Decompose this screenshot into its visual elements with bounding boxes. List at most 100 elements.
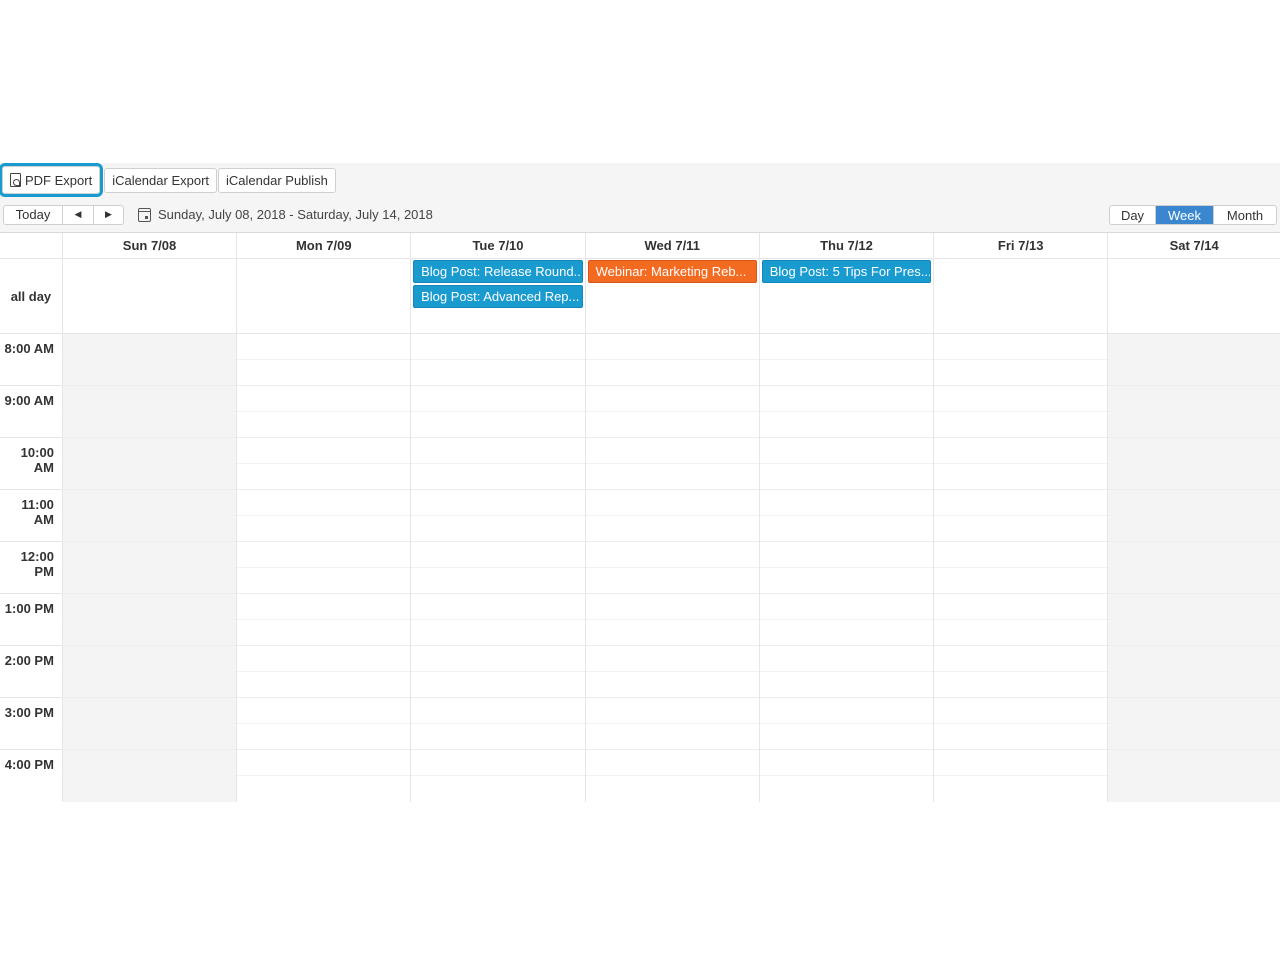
time-slot[interactable] xyxy=(585,620,759,646)
time-slot[interactable] xyxy=(62,334,237,360)
time-slot[interactable] xyxy=(585,568,759,594)
time-slot[interactable] xyxy=(411,516,585,542)
all-day-cell-tue[interactable]: Blog Post: Release Round... Blog Post: A… xyxy=(411,259,586,333)
time-slot[interactable] xyxy=(237,594,411,620)
time-slot[interactable] xyxy=(934,594,1108,620)
time-slot[interactable] xyxy=(411,568,585,594)
time-slot[interactable] xyxy=(1108,698,1280,724)
time-slot[interactable] xyxy=(759,516,934,542)
time-slot[interactable] xyxy=(62,698,237,724)
time-slot[interactable] xyxy=(1108,412,1280,438)
time-slot[interactable] xyxy=(934,646,1108,672)
time-slot[interactable] xyxy=(411,386,585,412)
time-slot[interactable] xyxy=(759,646,934,672)
time-slot[interactable] xyxy=(585,724,759,750)
time-slot[interactable] xyxy=(934,464,1108,490)
time-slot[interactable] xyxy=(759,698,934,724)
time-slot[interactable] xyxy=(1108,438,1280,464)
time-slot[interactable] xyxy=(1108,646,1280,672)
time-slot[interactable] xyxy=(759,386,934,412)
time-slot[interactable] xyxy=(237,412,411,438)
time-slot[interactable] xyxy=(237,360,411,386)
time-slot[interactable] xyxy=(1108,490,1280,516)
time-slot[interactable] xyxy=(237,620,411,646)
time-slot[interactable] xyxy=(585,386,759,412)
time-slot[interactable] xyxy=(411,646,585,672)
time-slot[interactable] xyxy=(237,672,411,698)
time-slot[interactable] xyxy=(237,438,411,464)
time-slot[interactable] xyxy=(1108,542,1280,568)
time-slot[interactable] xyxy=(934,724,1108,750)
time-slot[interactable] xyxy=(585,464,759,490)
time-slot[interactable] xyxy=(62,412,237,438)
time-slot[interactable] xyxy=(759,672,934,698)
time-slot[interactable] xyxy=(411,360,585,386)
time-slot[interactable] xyxy=(1108,568,1280,594)
time-slot[interactable] xyxy=(62,672,237,698)
all-day-cell-sat[interactable] xyxy=(1108,259,1280,333)
time-slot[interactable] xyxy=(62,438,237,464)
time-slot[interactable] xyxy=(934,334,1108,360)
event-blog-post-advanced-rep[interactable]: Blog Post: Advanced Rep... xyxy=(413,285,583,308)
time-slot[interactable] xyxy=(759,568,934,594)
time-slot[interactable] xyxy=(62,750,237,776)
all-day-cell-fri[interactable] xyxy=(934,259,1109,333)
time-slot[interactable] xyxy=(934,620,1108,646)
time-slot[interactable] xyxy=(411,620,585,646)
time-slot[interactable] xyxy=(1108,672,1280,698)
time-slot[interactable] xyxy=(585,542,759,568)
time-slot[interactable] xyxy=(759,464,934,490)
time-slot[interactable] xyxy=(411,594,585,620)
time-slot[interactable] xyxy=(585,438,759,464)
time-slot[interactable] xyxy=(934,672,1108,698)
time-slot[interactable] xyxy=(62,490,237,516)
time-slot[interactable] xyxy=(759,724,934,750)
time-slot[interactable] xyxy=(934,438,1108,464)
all-day-cell-mon[interactable] xyxy=(237,259,412,333)
time-slot[interactable] xyxy=(237,750,411,776)
time-slot[interactable] xyxy=(411,542,585,568)
time-slot[interactable] xyxy=(62,516,237,542)
day-view-button[interactable]: Day xyxy=(1110,206,1156,224)
time-slot[interactable] xyxy=(411,438,585,464)
time-slot[interactable] xyxy=(237,776,410,802)
time-slot[interactable] xyxy=(62,542,237,568)
time-slot[interactable] xyxy=(934,568,1108,594)
icalendar-publish-button[interactable]: iCalendar Publish xyxy=(218,167,336,193)
time-slot[interactable] xyxy=(62,360,237,386)
time-slot[interactable] xyxy=(411,412,585,438)
time-slot[interactable] xyxy=(62,620,237,646)
time-slot[interactable] xyxy=(411,490,585,516)
time-slot[interactable] xyxy=(411,724,585,750)
today-button[interactable]: Today xyxy=(4,205,63,224)
time-slot[interactable] xyxy=(411,750,585,776)
time-slot[interactable] xyxy=(585,516,759,542)
time-slot[interactable] xyxy=(62,386,237,412)
time-slot[interactable] xyxy=(411,698,585,724)
time-slot[interactable] xyxy=(1108,464,1280,490)
time-slot[interactable] xyxy=(585,750,759,776)
time-slot[interactable] xyxy=(759,490,934,516)
time-slot[interactable] xyxy=(62,594,237,620)
time-slot[interactable] xyxy=(934,412,1108,438)
time-slot[interactable] xyxy=(237,490,411,516)
icalendar-export-button[interactable]: iCalendar Export xyxy=(104,167,218,193)
time-slot[interactable] xyxy=(759,542,934,568)
time-slot[interactable] xyxy=(760,776,933,802)
time-slot[interactable] xyxy=(237,698,411,724)
time-slot[interactable] xyxy=(63,776,236,802)
time-slot[interactable] xyxy=(934,516,1108,542)
time-slot[interactable] xyxy=(759,334,934,360)
time-slot[interactable] xyxy=(585,672,759,698)
time-slot[interactable] xyxy=(759,360,934,386)
time-slot[interactable] xyxy=(1108,776,1280,802)
time-slot[interactable] xyxy=(411,464,585,490)
time-slot[interactable] xyxy=(1108,360,1280,386)
time-slot[interactable] xyxy=(62,646,237,672)
week-view-button[interactable]: Week xyxy=(1156,206,1213,224)
time-slot[interactable] xyxy=(759,750,934,776)
time-slot[interactable] xyxy=(585,412,759,438)
pdf-export-button[interactable]: PDF Export xyxy=(0,163,104,197)
time-slot[interactable] xyxy=(934,750,1108,776)
time-slot[interactable] xyxy=(1108,516,1280,542)
